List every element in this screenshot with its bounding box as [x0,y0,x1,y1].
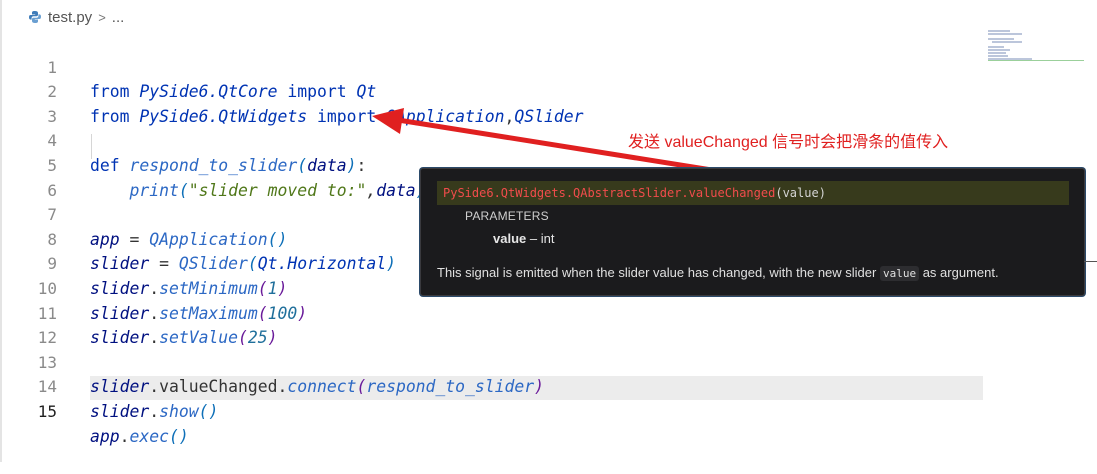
annotation-text: 发送 valueChanged 信号时会把滑条的值传入 [628,134,949,151]
hover-description: This signal is emitted when the slider v… [437,265,999,281]
hover-connector [1084,261,1097,262]
hover-param: value – int [493,231,555,246]
hover-tooltip[interactable]: PySide6.QtWidgets.QAbstractSlider.valueC… [420,168,1085,296]
hover-params-heading: PARAMETERS [465,209,549,223]
hover-signature: PySide6.QtWidgets.QAbstractSlider.valueC… [437,181,1069,205]
inline-code: value [879,266,920,281]
